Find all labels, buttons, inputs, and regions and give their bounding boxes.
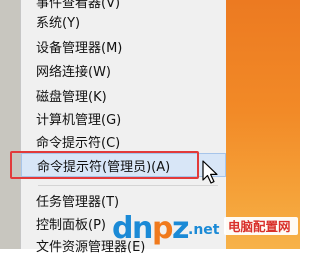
mouse-pointer-icon <box>202 160 218 184</box>
svg-text:n: n <box>132 211 153 246</box>
svg-text:p: p <box>152 211 173 246</box>
menu-item-device-manager[interactable]: 设备管理器(M) <box>21 34 226 58</box>
menu-item-computer-management[interactable]: 计算机管理(G) <box>21 106 226 130</box>
svg-text:.net: .net <box>188 222 220 238</box>
menu-item-command-prompt[interactable]: 命令提示符(C) <box>21 129 226 153</box>
svg-text:电脑配置网: 电脑配置网 <box>228 219 291 234</box>
svg-text:d: d <box>112 211 133 246</box>
menu-item-network-connections[interactable]: 网络连接(W) <box>21 58 226 82</box>
menu-item-system[interactable]: 系统(Y) <box>21 9 226 33</box>
desktop-background-left <box>0 0 20 249</box>
menu-item-disk-management[interactable]: 磁盘管理(K) <box>21 83 226 107</box>
red-highlight-box <box>10 151 199 179</box>
svg-text:z: z <box>172 211 189 246</box>
menu-separator <box>38 185 218 186</box>
site-watermark-logo: d n p z .net 电脑配置网 <box>112 211 298 246</box>
